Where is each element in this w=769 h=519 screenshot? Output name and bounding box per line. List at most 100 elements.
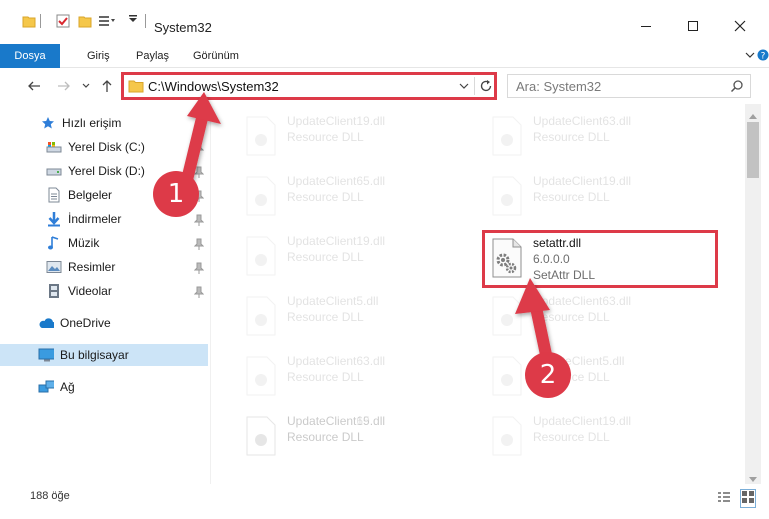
pin-icon[interactable]	[193, 142, 205, 154]
sidebar-item-quick-access[interactable]: Hızlı erişim	[40, 112, 121, 134]
pin-icon[interactable]	[193, 166, 205, 178]
customize-icon[interactable]	[98, 14, 116, 28]
sidebar-label: Hızlı erişim	[62, 116, 122, 130]
tab-share[interactable]: Paylaş	[136, 44, 169, 68]
file-item[interactable]: UpdateClient19.dll Resource DLL	[483, 410, 713, 460]
picture-icon	[46, 259, 62, 275]
folder-icon	[22, 14, 36, 28]
sidebar-item-network[interactable]: Ağ	[38, 376, 75, 398]
dll-file-icon	[243, 356, 279, 396]
sidebar-item-videos[interactable]: Videolar	[46, 280, 112, 302]
tab-view[interactable]: Görünüm	[193, 44, 239, 68]
properties-icon[interactable]	[56, 14, 70, 28]
back-button[interactable]	[25, 77, 43, 95]
vertical-scrollbar[interactable]	[745, 104, 761, 484]
pin-icon[interactable]	[193, 262, 205, 274]
sidebar-item-local-disk-c[interactable]: Yerel Disk (C:)	[46, 136, 145, 158]
dll-file-icon	[489, 416, 525, 456]
help-icon[interactable]: ?	[757, 48, 769, 65]
address-bar[interactable]: C:\Windows\System32	[121, 72, 497, 100]
dll-file-icon	[243, 416, 279, 456]
minimize-icon	[641, 26, 651, 27]
step-badge-2: 2	[525, 352, 571, 398]
new-folder-icon[interactable]	[78, 14, 92, 28]
address-dropdown-icon[interactable]	[458, 80, 470, 95]
navigation-pane: Hızlı erişim Yerel Disk (C:) Yerel Disk …	[0, 104, 210, 484]
download-arrow-icon	[46, 211, 62, 227]
pin-icon[interactable]	[193, 286, 205, 298]
arrow-right-icon	[58, 81, 70, 91]
file-item[interactable]: UpdateClient5.dll Resource DLL	[483, 350, 713, 400]
recent-locations-button[interactable]	[80, 77, 92, 95]
forward-button[interactable]	[55, 77, 73, 95]
quick-access-dropdown-icon[interactable]	[128, 14, 138, 24]
tab-home[interactable]: Giriş	[87, 44, 110, 68]
arrow-left-icon	[28, 81, 40, 91]
computer-icon	[38, 347, 54, 363]
folder-icon	[128, 79, 144, 96]
file-item[interactable]: UpdateClient19.dll Resource DLL	[483, 170, 713, 220]
sidebar-item-documents[interactable]: Belgeler	[46, 184, 112, 206]
up-button[interactable]	[98, 77, 116, 95]
sidebar-item-local-disk-d[interactable]: Yerel Disk (D:)	[46, 160, 145, 182]
pin-icon[interactable]	[193, 238, 205, 250]
sidebar-item-onedrive[interactable]: OneDrive	[38, 312, 111, 334]
dll-file-icon	[489, 176, 525, 216]
file-name: UpdateClient63.dll	[533, 114, 632, 128]
file-description: Resource DLL	[287, 190, 364, 204]
file-description: Resource DLL	[287, 130, 364, 144]
file-description: Resource DLL	[533, 190, 610, 204]
file-item[interactable]: UpdateClient19.dll Resource DLL	[237, 410, 467, 460]
file-item[interactable]: UpdateClient63.dll Resource DLL	[237, 350, 467, 400]
maximize-icon	[688, 21, 698, 31]
search-box[interactable]: Ara: System32	[507, 74, 751, 98]
maximize-button[interactable]	[673, 12, 713, 40]
file-name: UpdateClient19.dll	[287, 234, 386, 248]
sidebar-label: Yerel Disk (D:)	[68, 164, 145, 178]
search-icon[interactable]	[730, 79, 744, 96]
scroll-down-icon[interactable]	[749, 472, 757, 486]
file-description: Resource DLL	[533, 130, 610, 144]
sidebar-item-this-pc[interactable]: Bu bilgisayar	[0, 344, 208, 366]
file-item[interactable]: UpdateClient63.dll Resource DLL	[483, 110, 713, 160]
dll-file-icon	[243, 116, 279, 156]
scroll-up-icon[interactable]	[749, 108, 757, 122]
file-name: UpdateClient19.dll	[533, 414, 632, 428]
step-badge-1: 1	[153, 171, 199, 217]
sidebar-label: Yerel Disk (C:)	[68, 140, 145, 154]
file-item[interactable]: UpdateClient19.dll Resource DLL	[237, 230, 467, 280]
network-icon	[38, 379, 54, 395]
cloud-icon	[38, 315, 54, 331]
file-item[interactable]: UpdateClient63.dll Resource DLL	[483, 290, 713, 340]
file-item[interactable]: UpdateClient5.dll Resource DLL	[237, 290, 467, 340]
music-note-icon	[46, 235, 62, 251]
search-input[interactable]: Ara: System32	[516, 79, 601, 94]
address-path[interactable]: C:\Windows\System32	[148, 79, 279, 94]
sidebar-item-music[interactable]: Müzik	[46, 232, 99, 254]
dll-file-icon	[243, 236, 279, 276]
chevron-down-icon	[82, 83, 90, 88]
sidebar-label: İndirmeler	[68, 212, 122, 226]
sidebar-label: OneDrive	[60, 316, 111, 330]
file-item[interactable]: UpdateClient19.dll Resource DLL	[237, 110, 467, 160]
close-button[interactable]	[720, 12, 760, 40]
highlight-box	[482, 230, 718, 288]
large-icons-view-icon[interactable]	[740, 489, 756, 508]
minimize-button[interactable]	[626, 12, 666, 40]
ribbon-expand-icon[interactable]	[744, 49, 756, 64]
sidebar-item-downloads[interactable]: İndirmeler	[46, 208, 121, 230]
file-name: UpdateClient5.dll	[287, 294, 379, 308]
item-count: 188 öğe	[30, 490, 70, 502]
sidebar-item-pictures[interactable]: Resimler	[46, 256, 115, 278]
file-description: Resource DLL	[533, 430, 610, 444]
document-icon	[46, 187, 62, 203]
pin-icon[interactable]	[193, 214, 205, 226]
file-item[interactable]: UpdateClient65.dll Resource DLL	[237, 170, 467, 220]
refresh-icon[interactable]	[479, 79, 493, 96]
drive-icon	[46, 163, 62, 179]
dll-file-icon	[243, 176, 279, 216]
details-view-icon[interactable]	[717, 491, 731, 506]
file-name: UpdateClient19.dll	[533, 174, 632, 188]
scroll-thumb[interactable]	[747, 122, 759, 178]
sidebar-label: Müzik	[68, 236, 100, 250]
